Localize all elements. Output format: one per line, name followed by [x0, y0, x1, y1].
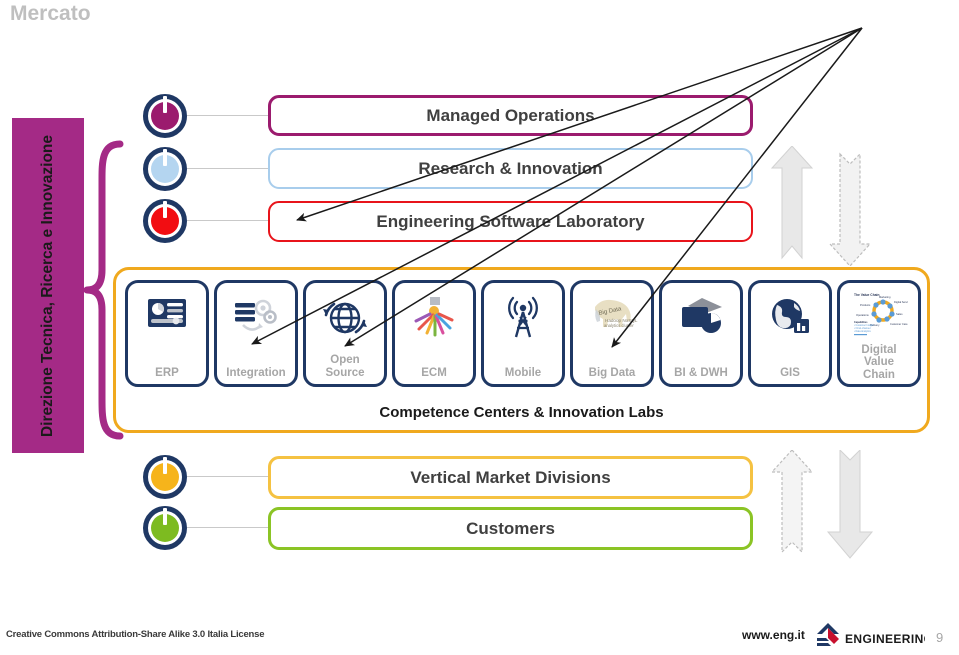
label-text: BI & DWH [674, 366, 728, 379]
layer-label: Engineering Software Laboratory [376, 211, 645, 231]
label-text: Value [863, 356, 895, 368]
label-text: Open [330, 354, 360, 366]
layer-box-customers[interactable]: Customers [268, 507, 753, 550]
layer-label: Customers [466, 518, 555, 538]
big-data-elephant-icon: Big Data Hadoop NoSQL analytics cluster [583, 293, 641, 345]
market-arrows-bottom [770, 448, 880, 560]
competence-card-label: GIS [751, 367, 829, 380]
competence-card-label: Big Data [573, 367, 651, 380]
layer-dot-managed-operations [143, 94, 315, 138]
label-text: Digital [861, 343, 897, 356]
competence-card-label: Integration [217, 367, 295, 380]
globe-sync-icon [316, 293, 374, 345]
svg-text:Products: Products [860, 303, 871, 307]
svg-text:The Value Chain: The Value Chain [854, 293, 879, 297]
power-notch-icon [163, 201, 167, 218]
layer-dot-engineering-software-laboratory [143, 199, 315, 243]
engineering-logo: ENGINEERING [815, 622, 933, 650]
svg-text:analytics cluster: analytics cluster [604, 323, 634, 328]
power-notch-icon [163, 457, 167, 474]
svg-text:Operations: Operations [856, 313, 869, 317]
power-notch-icon [163, 508, 167, 525]
power-notch-icon [163, 149, 167, 166]
competence-card-gis[interactable]: GIS [748, 280, 832, 387]
svg-text:Marketing: Marketing [879, 295, 891, 299]
competence-card-integration[interactable]: Integration [214, 280, 298, 387]
page-number: 9 [936, 630, 944, 645]
layer-box-vertical-market-divisions[interactable]: Vertical Market Divisions [268, 456, 753, 499]
down-arrow-dashed-icon [828, 152, 872, 267]
bi-dwh-chart-icon [672, 293, 730, 345]
layer-label: Vertical Market Divisions [410, 467, 611, 487]
competence-centers-container: ERP Integration Open Source ECM Mobile B… [113, 267, 930, 433]
engineering-logo-text: ENGINEERING [845, 632, 925, 646]
competence-card-label: ERP [128, 367, 206, 380]
footer-divider [0, 614, 959, 615]
competence-card-digital-value-chain[interactable]: The Value Chain Marketing Digital Serv S… [837, 280, 921, 387]
label-text: Big Data [588, 366, 636, 379]
layer-box-managed-operations[interactable]: Managed Operations [268, 95, 753, 136]
competence-card-erp[interactable]: ERP [125, 280, 209, 387]
svg-text:Sales: Sales [896, 312, 903, 316]
label-text: Mobile [504, 366, 542, 379]
label-text: ECM [421, 366, 447, 379]
competence-card-open-source[interactable]: Open Source [303, 280, 387, 387]
competence-centers-caption: Competence Centers & Innovation Labs [379, 404, 664, 421]
label-text: Chain [863, 368, 895, 381]
label-text: ERP [155, 366, 179, 379]
gis-globe-icon [761, 293, 819, 345]
layer-label: Managed Operations [426, 105, 595, 125]
competence-card-big-data[interactable]: Big Data Hadoop NoSQL analytics cluster … [570, 280, 654, 387]
layer-label: Research & Innovation [418, 158, 603, 178]
competence-card-label: ECM [395, 367, 473, 380]
competence-card-mobile[interactable]: Mobile [481, 280, 565, 387]
up-arrow-dashed-icon [770, 449, 814, 554]
market-arrows-top [770, 145, 880, 267]
competence-card-bi-dwh[interactable]: BI & DWH [659, 280, 743, 387]
ecm-tagcloud-icon [405, 293, 463, 345]
layer-dot-vertical-market-divisions [143, 455, 315, 499]
svg-text:• Data Analytics: • Data Analytics [854, 330, 871, 333]
competence-card-label: BI & DWH [662, 367, 740, 380]
slide-canvas: Mercato Direzione Tecnica, Ricerca e Inn… [0, 0, 959, 655]
layer-dot-customers [143, 506, 315, 550]
mobile-antenna-icon [494, 293, 552, 345]
digital-value-chain-diagram-icon: The Value Chain Marketing Digital Serv S… [850, 289, 913, 341]
footer-website-link[interactable]: www.eng.it [742, 628, 805, 642]
page-title: Mercato [10, 2, 91, 25]
down-arrow-solid-icon [826, 448, 874, 559]
svg-text:Digital Services: Digital Services [894, 300, 908, 304]
up-arrow-solid-icon [770, 145, 814, 260]
layer-dot-research-innovation [143, 147, 315, 191]
label-text: GIS [780, 366, 800, 379]
svg-text:Customer Care: Customer Care [890, 322, 908, 326]
label-text: Integration [226, 366, 286, 379]
power-notch-icon [163, 96, 167, 113]
department-bar: Direzione Tecnica, Ricerca e Innovazione [12, 118, 84, 453]
label-text: Source [325, 366, 365, 379]
layer-box-research-innovation[interactable]: Research & Innovation [268, 148, 753, 189]
department-label: Direzione Tecnica, Ricerca e Innovazione [39, 134, 56, 437]
footer-license-text: Creative Commons Attribution-Share Alike… [6, 629, 265, 640]
erp-dashboard-icon [138, 293, 196, 345]
integration-gears-icon [227, 293, 285, 345]
competence-card-label: Mobile [484, 367, 562, 380]
competence-card-ecm[interactable]: ECM [392, 280, 476, 387]
competence-card-label: Open Source [306, 354, 384, 379]
competence-card-label: Digital Value Chain [840, 344, 918, 382]
layer-box-engineering-software-laboratory[interactable]: Engineering Software Laboratory [268, 201, 753, 242]
